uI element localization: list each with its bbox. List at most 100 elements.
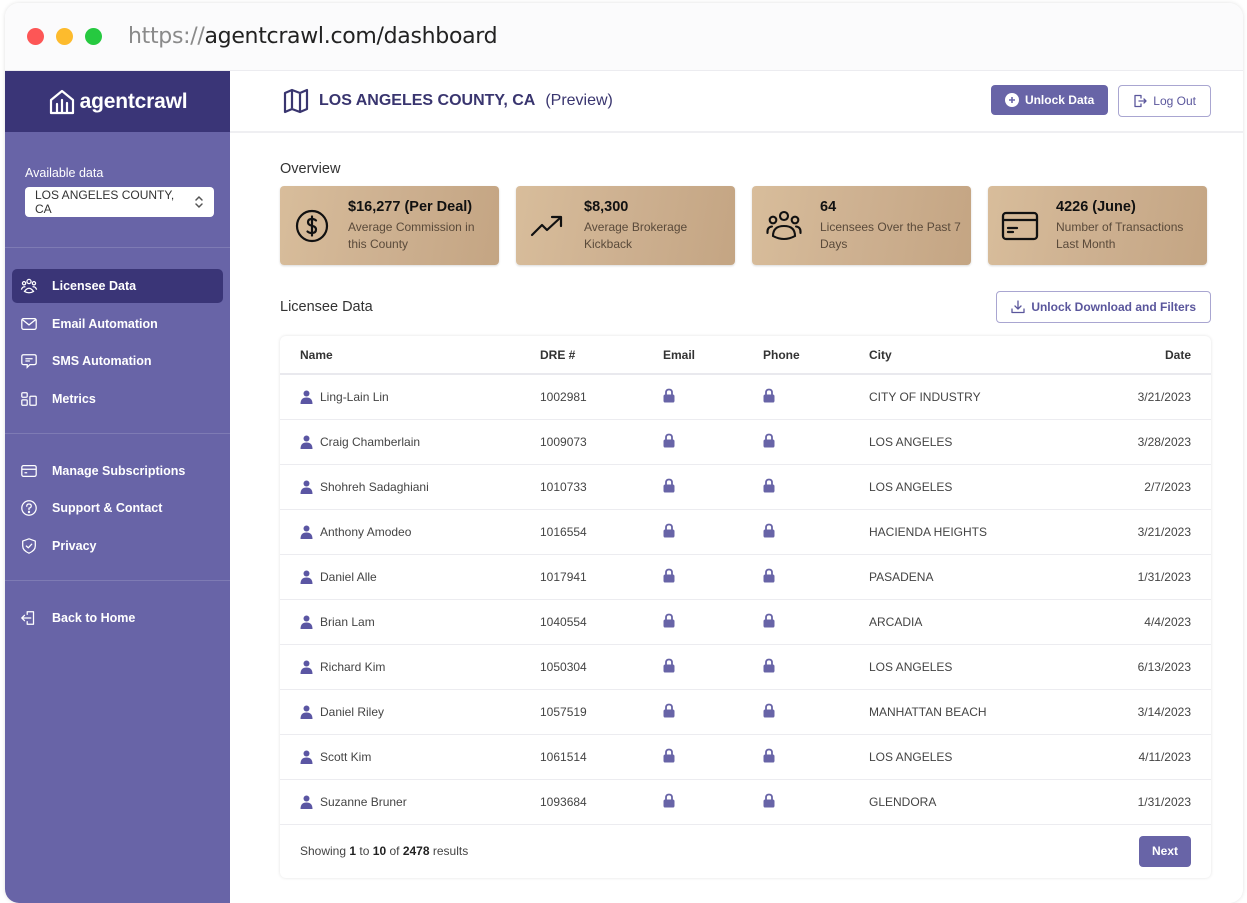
url-protocol: https:// [128,24,205,49]
url-path: agentcrawl.com/dashboard [204,24,498,49]
maximize-window-button[interactable] [85,28,102,45]
stat-card-licensees: 64 Licensees Over the Past 7 Days [752,186,971,265]
cell-date: 2/7/2023 [1079,464,1211,510]
table-row[interactable]: Suzanne Bruner 1093684 GLENDORA 1/31/2023 [280,779,1211,825]
column-header-city[interactable]: City [869,336,1080,375]
cell-phone-locked[interactable] [763,374,869,420]
cell-name: Suzanne Bruner [280,779,540,825]
cell-dre: 1016554 [540,509,663,555]
sidebar-item-sms-automation[interactable]: SMS Automation [12,344,223,378]
cell-email-locked[interactable] [663,734,763,780]
table-row[interactable]: Scott Kim 1061514 LOS ANGELES 4/11/2023 [280,734,1211,780]
close-window-button[interactable] [27,28,44,45]
cell-email-locked[interactable] [663,599,763,645]
cell-city: LOS ANGELES [869,734,1080,780]
cell-email-locked[interactable] [663,509,763,555]
cell-name: Anthony Amodeo [280,509,540,555]
cell-date: 4/11/2023 [1079,734,1211,780]
licensee-name: Richard Kim [320,659,386,674]
column-header-name[interactable]: Name [280,336,540,375]
cell-phone-locked[interactable] [763,644,869,690]
results-suffix: results [432,844,469,858]
table-row[interactable]: Craig Chamberlain 1009073 LOS ANGELES 3/28/… [280,419,1211,465]
cell-name: Daniel Alle [280,554,540,600]
cell-phone-locked[interactable] [763,419,869,465]
cell-dre: 1050304 [540,644,663,690]
logout-icon [1134,94,1147,108]
cell-phone-locked[interactable] [763,734,869,780]
person-icon [300,660,313,674]
sidebar-item-privacy[interactable]: Privacy [12,529,223,563]
cell-name: Scott Kim [280,734,540,780]
cell-email-locked[interactable] [663,374,763,420]
table-row[interactable]: Anthony Amodeo 1016554 HACIENDA HEIGHTS 3/2… [280,509,1211,555]
stat-card-transactions: 4226 (June) Number of Transactions Last … [988,186,1207,265]
cell-email-locked[interactable] [663,779,763,825]
header-actions: Unlock Data Log Out [990,85,1211,117]
next-page-button[interactable]: Next [1139,835,1191,867]
licensee-table: Name DRE # Email Phone City Date Ling-La… [280,336,1211,878]
page-header: LOS ANGELES COUNTY, CA (Preview) Unlock … [230,71,1243,133]
cell-date: 1/31/2023 [1079,779,1211,825]
address-bar[interactable]: https://agentcrawl.com/dashboard [128,24,498,49]
sidebar-item-email-automation[interactable]: Email Automation [12,307,223,341]
cell-phone-locked[interactable] [763,509,869,555]
stat-value: 64 [820,198,837,215]
lock-icon [663,703,675,717]
table-row[interactable]: Brian Lam 1040554 ARCADIA 4/4/2023 [280,599,1211,645]
cell-city: MANHATTAN BEACH [869,689,1080,735]
table-row[interactable]: Daniel Alle 1017941 PASADENA 1/31/2023 [280,554,1211,600]
brand-logo[interactable]: agentcrawl [5,71,230,132]
person-icon [300,525,313,539]
stat-value: 4226 (June) [1056,198,1136,215]
sidebar-item-metrics[interactable]: Metrics [12,382,223,416]
cell-email-locked[interactable] [663,554,763,600]
county-select[interactable]: LOS ANGELES COUNTY, CA [25,187,214,217]
cell-phone-locked[interactable] [763,689,869,735]
cell-phone-locked[interactable] [763,779,869,825]
results-total: 2478 [402,844,430,858]
stat-label: Licensees Over the Past 7 Days [820,219,961,251]
chevron-up-down-icon [195,195,203,209]
sidebar-item-label: Email Automation [52,316,158,331]
column-header-dre[interactable]: DRE # [540,336,663,375]
table-row[interactable]: Daniel Riley 1057519 MANHATTAN BEACH 3/14/2… [280,689,1211,735]
sidebar-item-licensee-data[interactable]: Licensee Data [12,269,223,303]
stat-value: $8,300 [584,198,629,215]
envelope-icon [21,317,37,330]
cell-dre: 1009073 [540,419,663,465]
metrics-icon [21,391,37,406]
main-content: LOS ANGELES COUNTY, CA (Preview) Unlock … [230,71,1243,903]
lock-icon [763,703,775,717]
cell-dre: 1017941 [540,554,663,600]
cell-phone-locked[interactable] [763,599,869,645]
cell-email-locked[interactable] [663,419,763,465]
house-chart-icon [49,89,74,114]
cell-email-locked[interactable] [663,689,763,735]
cell-email-locked[interactable] [663,644,763,690]
licensee-header: Licensee Data Unlock Download and Filter… [280,291,1211,323]
unlock-download-button[interactable]: Unlock Download and Filters [996,291,1211,323]
lock-icon [763,433,775,447]
column-header-email[interactable]: Email [663,336,763,375]
sidebar-item-back-to-home[interactable]: Back to Home [12,601,223,635]
table-row[interactable]: Ling-Lain Lin 1002981 CITY OF INDUSTRY 3/21… [280,374,1211,420]
table-row[interactable]: Shohreh Sadaghiani 1010733 LOS ANGELES 2/7/… [280,464,1211,510]
log-out-button[interactable]: Log Out [1118,85,1211,117]
stat-value: $16,277 (Per Deal) [348,198,473,215]
licensee-name: Anthony Amodeo [320,524,412,539]
unlock-data-button[interactable]: Unlock Data [990,85,1109,115]
cell-email-locked[interactable] [663,464,763,510]
lock-icon [663,568,675,582]
column-header-date[interactable]: Date [1079,336,1211,375]
person-icon [300,705,313,719]
column-header-phone[interactable]: Phone [763,336,869,375]
sidebar-item-support-contact[interactable]: Support & Contact [12,491,223,525]
cell-phone-locked[interactable] [763,464,869,510]
minimize-window-button[interactable] [56,28,73,45]
table-row[interactable]: Richard Kim 1050304 LOS ANGELES 6/13/2023 [280,644,1211,690]
cell-phone-locked[interactable] [763,554,869,600]
sidebar-item-manage-subscriptions[interactable]: Manage Subscriptions [12,454,223,488]
cell-name: Ling-Lain Lin [280,374,540,420]
overview-title: Overview [280,161,341,177]
